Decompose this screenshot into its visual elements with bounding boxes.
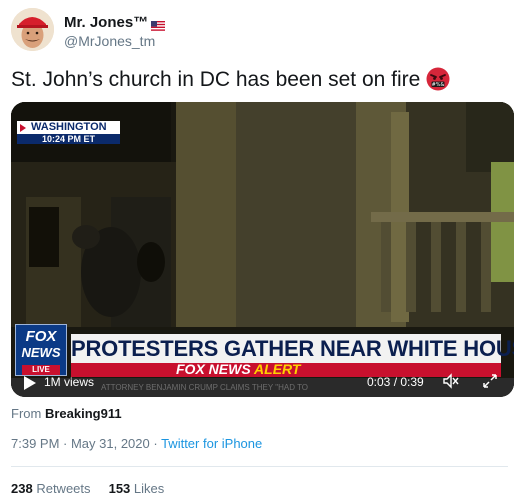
news-headline: PROTESTERS GATHER NEAR WHITE HOUSE	[71, 334, 514, 364]
source-prefix: From	[11, 406, 42, 421]
tweet-text: St. John’s church in DC has been set on …	[11, 67, 450, 92]
fullscreen-icon[interactable]	[481, 372, 499, 390]
tweet-meta: 7:39 PM · May 31, 2020 · Twitter for iPh…	[11, 436, 262, 451]
us-flag-icon	[151, 18, 166, 32]
location-text: WASHINGTON	[31, 121, 107, 133]
likes-stat[interactable]: 153 Likes	[109, 481, 165, 496]
likes-label[interactable]: Likes	[134, 481, 164, 496]
user-handle[interactable]: @MrJones_tm	[64, 33, 155, 49]
embedded-video[interactable]: WASHINGTON 10:24 PM ET FOX NEWS LIVE PRO…	[11, 102, 514, 397]
source-account-link[interactable]: Breaking911	[45, 406, 122, 421]
tweet-stats: 238 Retweets 153 Likes	[11, 481, 164, 496]
location-arrow-icon	[20, 124, 26, 132]
svg-text:#%&: #%&	[432, 82, 445, 88]
logo-line1: FOX	[25, 328, 57, 345]
alert-brand: FOX NEWS	[176, 361, 251, 377]
retweets-label[interactable]: Retweets	[36, 481, 90, 496]
fox-news-logo-icon: FOX NEWS LIVE	[15, 324, 67, 376]
video-source: From Breaking911	[11, 406, 122, 421]
client-link[interactable]: Twitter for iPhone	[161, 436, 262, 451]
logo-line2: NEWS	[21, 345, 61, 360]
retweets-count[interactable]: 238	[11, 481, 33, 496]
likes-count[interactable]: 153	[109, 481, 131, 496]
divider	[11, 466, 508, 467]
timestamp[interactable]: 7:39 PM · May 31, 2020 ·	[11, 436, 158, 451]
video-time: 0:03 / 0:39	[367, 375, 424, 389]
display-name-text[interactable]: Mr. Jones™	[64, 14, 148, 31]
mute-icon[interactable]	[442, 372, 460, 390]
display-name[interactable]: Mr. Jones™	[64, 14, 166, 32]
tweet-body: St. John’s church in DC has been set on …	[11, 68, 421, 91]
retweets-stat[interactable]: 238 Retweets	[11, 481, 91, 496]
location-badge: WASHINGTON 10:24 PM ET	[17, 121, 120, 144]
view-count: 1M views	[44, 375, 95, 389]
alert-word: ALERT	[254, 361, 301, 377]
alert-text: FOX NEWS ALERT	[176, 362, 300, 377]
location-label: WASHINGTON	[17, 121, 120, 134]
tweet-header: Mr. Jones™ @MrJones_tm	[11, 8, 511, 54]
angry-face-with-symbols-icon: #%&	[426, 67, 450, 91]
avatar[interactable]	[11, 8, 54, 51]
location-time: 10:24 PM ET	[17, 134, 120, 144]
play-icon[interactable]	[24, 376, 36, 390]
